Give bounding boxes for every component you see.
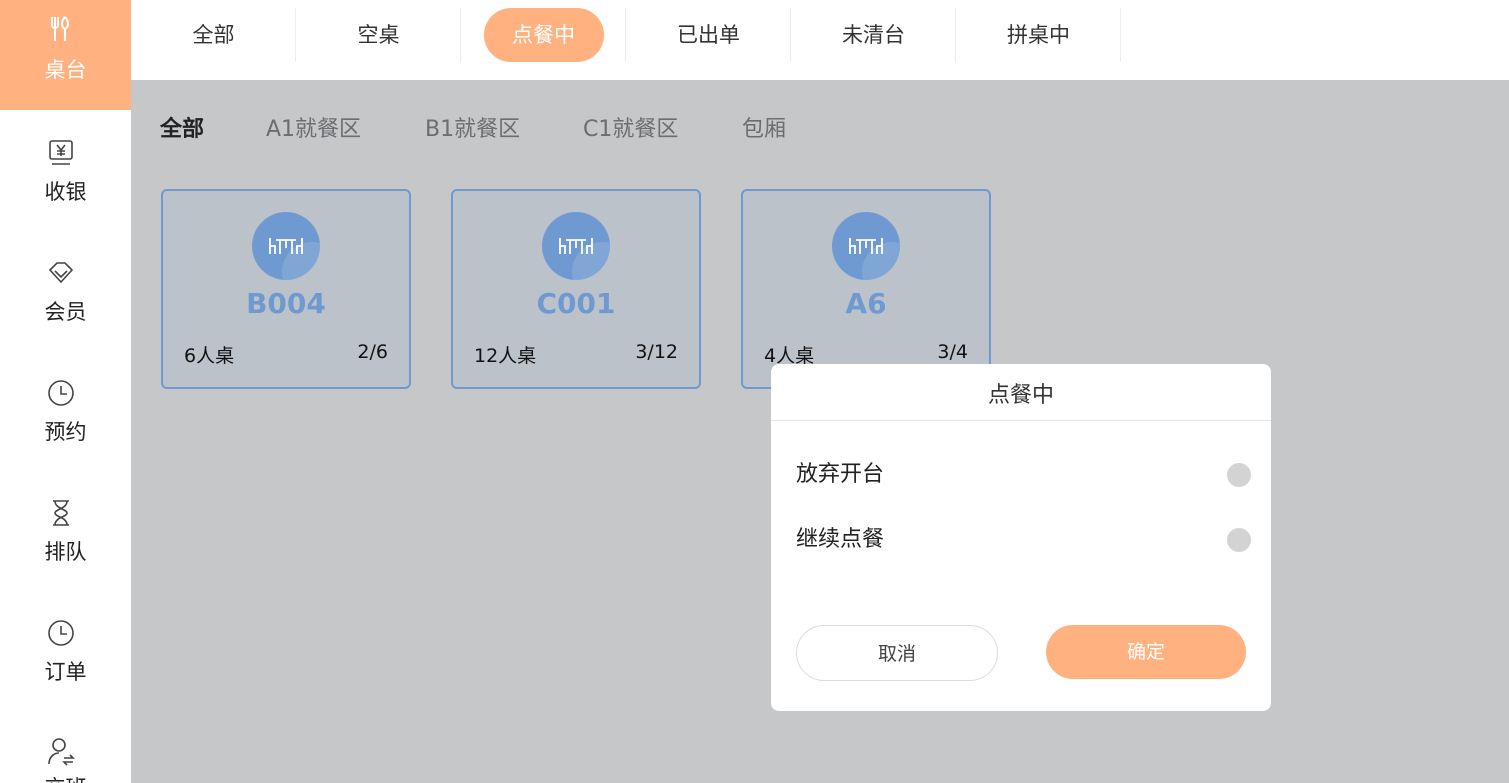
- option-continue-ordering[interactable]: 继续点餐: [796, 522, 1251, 558]
- tab-ordering[interactable]: 点餐中: [461, 8, 626, 63]
- table-card[interactable]: C001 12人桌 3/12: [451, 189, 701, 389]
- tab-label: 点餐中: [483, 8, 604, 62]
- sidebar-item-label: 预约: [44, 420, 87, 444]
- dialog-title: 点餐中: [771, 364, 1271, 421]
- table-code: A6: [845, 287, 887, 320]
- confirm-button[interactable]: 确定: [1046, 625, 1246, 679]
- sidebar-item-shift[interactable]: 交班: [0, 726, 131, 783]
- sidebar: 桌台 收银 会员 预约 排队 订单: [0, 0, 131, 783]
- sidebar-item-label: 桌台: [44, 58, 87, 82]
- table-occupancy: 2/6: [357, 341, 388, 363]
- diamond-icon: [46, 258, 76, 288]
- cashier-icon: [46, 138, 76, 168]
- area-filter-b1[interactable]: B1就餐区: [425, 113, 520, 147]
- dining-table-icon: [252, 212, 320, 280]
- tab-label: 未清台: [842, 23, 905, 47]
- hourglass-icon: [46, 498, 76, 528]
- sidebar-item-members[interactable]: 会员: [0, 246, 131, 366]
- area-filter-all[interactable]: 全部: [160, 113, 204, 147]
- radio-button[interactable]: [1227, 463, 1251, 487]
- area-filter-a1[interactable]: A1就餐区: [266, 113, 361, 147]
- table-code: C001: [536, 287, 616, 320]
- table-capacity: 12人桌: [474, 345, 537, 367]
- user-swap-icon: [46, 736, 76, 766]
- sidebar-item-label: 订单: [44, 660, 87, 684]
- table-occupancy: 3/12: [635, 341, 678, 363]
- dining-table-icon: [542, 212, 610, 280]
- sidebar-item-orders[interactable]: 订单: [0, 606, 131, 726]
- table-code: B004: [246, 287, 326, 320]
- sidebar-item-reservation[interactable]: 预约: [0, 366, 131, 486]
- table-occupancy: 3/4: [937, 341, 968, 363]
- sidebar-item-label: 会员: [44, 300, 87, 324]
- status-tab-bar: 全部 空桌 点餐中 已出单 未清台 拼桌中: [131, 0, 1509, 80]
- sidebar-item-label: 交班: [0, 772, 131, 783]
- area-filter-c1[interactable]: C1就餐区: [583, 113, 678, 147]
- tab-divider: [1120, 8, 1121, 62]
- clock-icon: [46, 378, 76, 408]
- tab-label: 已出单: [677, 23, 740, 47]
- sidebar-item-label: 收银: [44, 180, 87, 204]
- fork-knife-icon: [46, 14, 76, 44]
- dining-table-icon: [832, 212, 900, 280]
- tab-label: 全部: [192, 23, 235, 47]
- tab-all[interactable]: 全部: [131, 8, 296, 63]
- option-label: 继续点餐: [796, 527, 885, 552]
- radio-button[interactable]: [1227, 528, 1251, 552]
- tab-shared[interactable]: 拼桌中: [956, 8, 1121, 63]
- sidebar-item-tables[interactable]: 桌台: [0, 0, 131, 110]
- ordering-dialog: 点餐中 放弃开台 继续点餐 取消 确定: [771, 364, 1271, 711]
- sidebar-item-queue[interactable]: 排队: [0, 486, 131, 606]
- clock-icon: [46, 618, 76, 648]
- cancel-button[interactable]: 取消: [796, 625, 998, 681]
- table-capacity: 6人桌: [184, 345, 235, 367]
- tab-label: 空桌: [357, 23, 400, 47]
- table-card[interactable]: A6 4人桌 3/4: [741, 189, 991, 389]
- option-abandon-table[interactable]: 放弃开台: [796, 457, 1251, 493]
- tab-uncleared[interactable]: 未清台: [791, 8, 956, 63]
- tab-billed[interactable]: 已出单: [626, 8, 791, 63]
- sidebar-item-cashier[interactable]: 收银: [0, 126, 131, 246]
- tab-label: 拼桌中: [1007, 23, 1070, 47]
- table-card[interactable]: B004 6人桌 2/6: [161, 189, 411, 389]
- area-filter-private-room[interactable]: 包厢: [742, 113, 786, 147]
- tab-empty[interactable]: 空桌: [296, 8, 461, 63]
- option-label: 放弃开台: [796, 462, 885, 487]
- sidebar-item-label: 排队: [44, 540, 87, 564]
